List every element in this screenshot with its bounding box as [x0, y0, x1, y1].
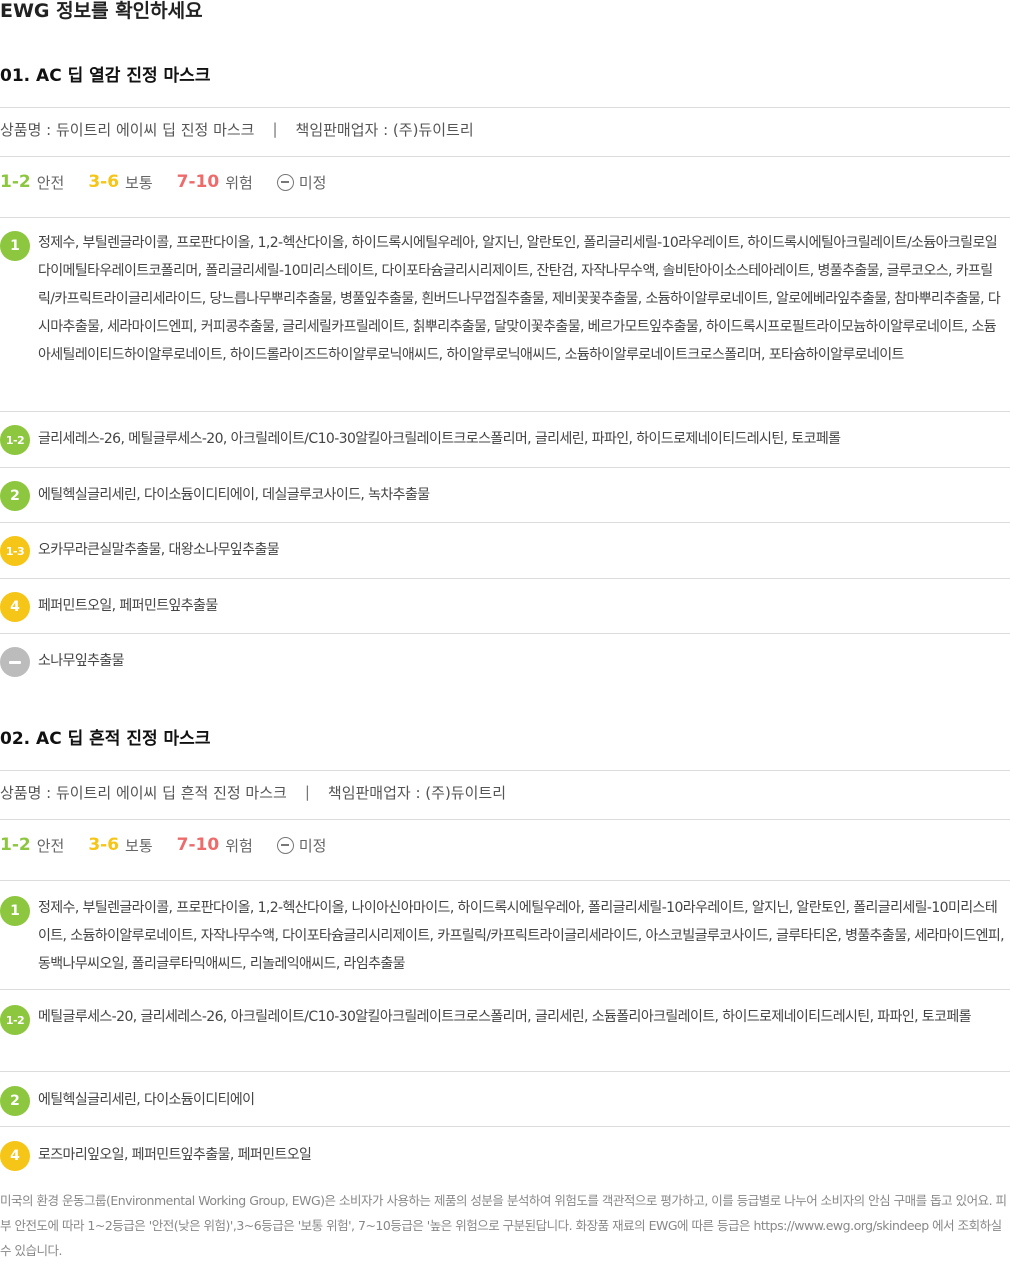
legend-undetermined-label: 미정 [298, 173, 327, 192]
product-name: 상품명 : 듀이트리 에이씨 딥 흔적 진정 마스크 [0, 783, 287, 802]
minus-circle-icon [276, 836, 294, 854]
divider [0, 1071, 1010, 1072]
divider [0, 522, 1010, 523]
ingredient-list: 로즈마리잎오일, 페퍼민트잎추출물, 페퍼민트오일 [38, 1147, 312, 1163]
legend-danger-range: 7-10 [176, 835, 220, 855]
ingredient-list: 오카무라큰실말추출물, 대왕소나무잎추출물 [38, 542, 280, 558]
grade-badge: 2 [0, 481, 30, 511]
ingredient-list: 에틸헥실글리세린, 다이소듐이디티에이, 데실글루코사이드, 녹차추출물 [38, 487, 430, 503]
legend-danger-label: 위험 [225, 836, 253, 855]
grade-badge [0, 647, 30, 677]
legend-safe-range: 1-2 [0, 835, 31, 855]
grade-legend: 1-2 안전 3-6 보통 7-10 위험 미정 [0, 154, 350, 210]
ingredient-list: 페퍼민트오일, 페퍼민트잎추출물 [38, 598, 218, 614]
legend-moderate-label: 보통 [125, 173, 153, 192]
legend-moderate: 3-6 보통 [88, 172, 152, 193]
ingredient-row: 4 로즈마리잎오일, 페퍼민트잎추출물, 페퍼민트오일 [0, 1139, 1010, 1179]
product-meta: 상품명 : 듀이트리 에이씨 딥 흔적 진정 마스크 | 책임판매업자 : (주… [0, 767, 506, 817]
ingredient-list: 메틸글루세스-20, 글리세레스-26, 아크릴레이트/C10-30알킬아크릴레… [38, 1009, 972, 1025]
legend-moderate-label: 보통 [125, 836, 153, 855]
grade-badge: 1 [0, 896, 30, 926]
grade-badge: 1-2 [0, 1005, 30, 1035]
legend-undetermined: 미정 [276, 835, 327, 856]
legend-danger: 7-10 위험 [177, 835, 253, 856]
grade-badge: 4 [0, 1141, 30, 1171]
grade-legend: 1-2 안전 3-6 보통 7-10 위험 미정 [0, 817, 350, 873]
legend-safe: 1-2 안전 [0, 172, 64, 193]
legend-safe-label: 안전 [36, 836, 65, 855]
ingredient-row: 소나무잎추출물 [0, 645, 1010, 685]
ingredient-row: 1-3 오카무라큰실말추출물, 대왕소나무잎추출물 [0, 534, 1010, 574]
grade-badge: 1 [0, 231, 30, 261]
legend-moderate: 3-6 보통 [88, 835, 152, 856]
legend-undetermined-label: 미정 [298, 836, 327, 855]
legend-danger-label: 위험 [225, 173, 253, 192]
divider [0, 1126, 1010, 1127]
grade-badge: 2 [0, 1086, 30, 1116]
ingredient-row: 2 에틸헥실글리세린, 다이소듐이디티에이 [0, 1084, 1010, 1124]
divider [0, 633, 1010, 634]
legend-moderate-range: 3-6 [88, 835, 120, 855]
divider [0, 880, 1010, 881]
ingredient-list: 에틸헥실글리세린, 다이소듐이디티에이 [38, 1092, 255, 1108]
ingredient-list: 정제수, 부틸렌글라이콜, 프로판다이올, 1,2-헥산다이올, 하이드록시에틸… [38, 235, 1001, 363]
grade-badge: 1-3 [0, 536, 30, 566]
ingredient-row: 1-2 글리세레스-26, 메틸글루세스-20, 아크릴레이트/C10-30알킬… [0, 423, 1010, 463]
minus-circle-icon [276, 173, 294, 191]
page-title: EWG 정보를 확인하세요 [0, 0, 203, 22]
meta-separator: | [272, 120, 278, 138]
legend-safe: 1-2 안전 [0, 835, 64, 856]
divider [0, 411, 1010, 412]
minus-icon [9, 660, 21, 664]
ingredient-row: 4 페퍼민트오일, 페퍼민트잎추출물 [0, 590, 1010, 630]
divider [0, 578, 1010, 579]
product-title: 02. AC 딥 흔적 진정 마스크 [0, 729, 211, 749]
legend-undetermined: 미정 [276, 172, 327, 193]
divider [0, 467, 1010, 468]
ingredient-list: 소나무잎추출물 [38, 653, 125, 669]
legend-safe-label: 안전 [36, 173, 65, 192]
ingredient-row: 1-2 메틸글루세스-20, 글리세레스-26, 아크릴레이트/C10-30알킬… [0, 1003, 1010, 1063]
seller-name: 책임판매업자 : (주)듀이트리 [327, 783, 507, 802]
legend-safe-range: 1-2 [0, 172, 31, 192]
ingredient-list: 글리세레스-26, 메틸글루세스-20, 아크릴레이트/C10-30알킬아크릴레… [38, 431, 841, 447]
product-name: 상품명 : 듀이트리 에이씨 딥 진정 마스크 [0, 120, 255, 139]
ewg-footnote: 미국의 환경 운동그룹(Environmental Working Group,… [0, 1193, 1007, 1258]
product-title: 01. AC 딥 열감 진정 마스크 [0, 66, 211, 86]
ingredient-row: 1 정제수, 부틸렌글라이콜, 프로판다이올, 1,2-헥산다이올, 하이드록시… [0, 229, 1010, 404]
seller-name: 책임판매업자 : (주)듀이트리 [295, 120, 474, 139]
legend-danger: 7-10 위험 [177, 172, 253, 193]
legend-moderate-range: 3-6 [88, 172, 120, 192]
divider [0, 217, 1010, 218]
grade-badge: 4 [0, 592, 30, 622]
meta-separator: | [304, 783, 310, 801]
ingredient-list: 정제수, 부틸렌글라이콜, 프로판다이올, 1,2-헥산다이올, 나이아신아마이… [38, 900, 1005, 972]
product-meta: 상품명 : 듀이트리 에이씨 딥 진정 마스크 | 책임판매업자 : (주)듀이… [0, 104, 474, 154]
ingredient-row: 1 정제수, 부틸렌글라이콜, 프로판다이올, 1,2-헥산다이올, 나이아신아… [0, 894, 1010, 984]
ingredient-row: 2 에틸헥실글리세린, 다이소듐이디티에이, 데실글루코사이드, 녹차추출물 [0, 479, 1010, 519]
grade-badge: 1-2 [0, 425, 30, 455]
divider [0, 989, 1010, 990]
legend-danger-range: 7-10 [176, 172, 220, 192]
